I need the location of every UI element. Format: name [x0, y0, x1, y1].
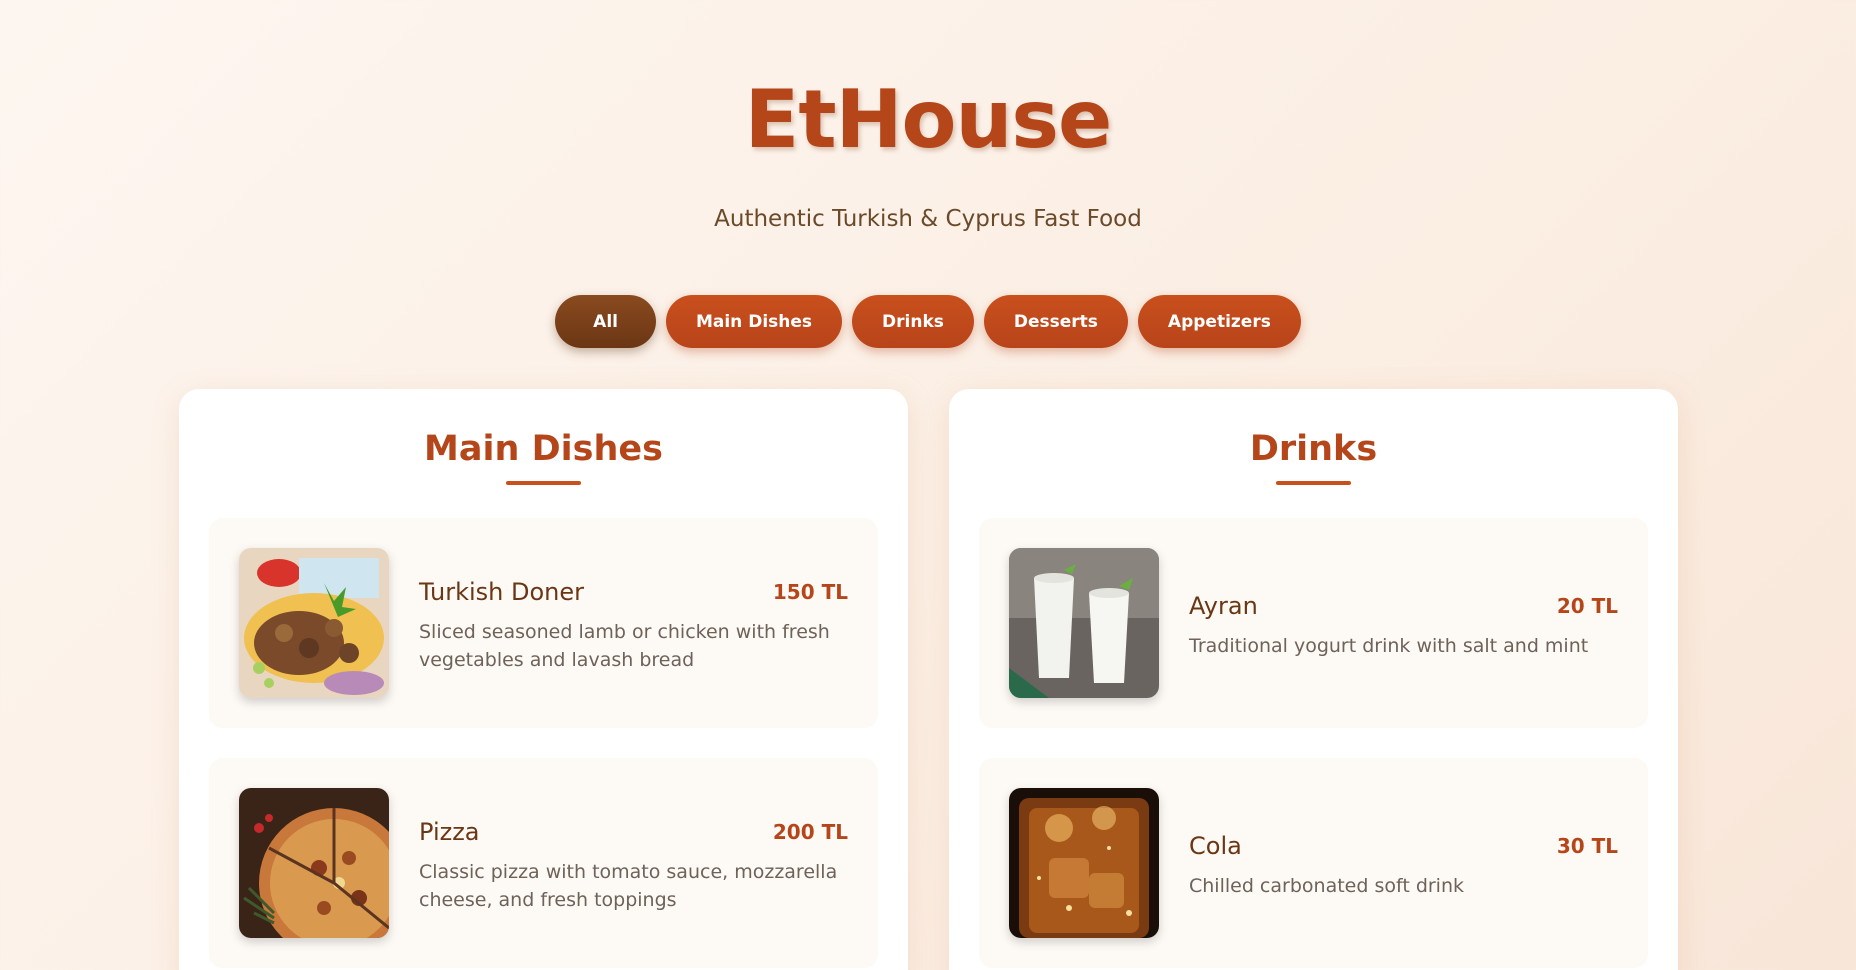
- section-title-underline: [1276, 481, 1351, 485]
- section-title: Drinks: [1249, 429, 1378, 469]
- menu-item-turkish-doner[interactable]: Turkish Doner 150 TL Sliced seasoned lam…: [209, 518, 878, 728]
- item-price: 200 TL: [772, 820, 848, 844]
- item-price: 30 TL: [1556, 834, 1618, 858]
- menu-item-cola[interactable]: Cola 30 TL Chilled carbonated soft drink: [979, 758, 1648, 968]
- site-subtitle: Authentic Turkish & Cyprus Fast Food: [714, 206, 1142, 232]
- section-title-underline: [506, 481, 581, 485]
- item-name: Turkish Doner: [419, 578, 585, 606]
- category-filters: All Main Dishes Drinks Desserts Appetize…: [0, 295, 1856, 348]
- menu-item-ayran[interactable]: Ayran 20 TL Traditional yogurt drink wit…: [979, 518, 1648, 728]
- pizza-photo: [239, 788, 389, 938]
- filter-appetizers-button[interactable]: Appetizers: [1137, 295, 1301, 348]
- main-dishes-section: Main Dishes Turkish Doner 150 TL Sliced: [179, 389, 908, 970]
- site-title: EtHouse: [744, 73, 1113, 166]
- ayran-photo: [1009, 548, 1159, 698]
- cola-photo: [1009, 788, 1159, 938]
- section-title: Main Dishes: [424, 429, 663, 469]
- filter-drinks-button[interactable]: Drinks: [852, 295, 974, 348]
- item-price: 20 TL: [1556, 594, 1618, 618]
- item-description: Traditional yogurt drink with salt and m…: [1189, 635, 1589, 657]
- filter-all-button[interactable]: All: [555, 295, 656, 348]
- item-description: Chilled carbonated soft drink: [1189, 875, 1465, 897]
- drinks-section: Drinks Ayran 20 TL Traditional yogurt dr…: [949, 389, 1678, 970]
- item-description: Classic pizza with tomato sauce, mozzare…: [419, 861, 838, 911]
- filter-main-dishes-button[interactable]: Main Dishes: [665, 295, 843, 348]
- header: EtHouse Authentic Turkish & Cyprus Fast …: [0, 73, 1856, 233]
- item-name: Cola: [1189, 832, 1242, 860]
- item-name: Ayran: [1189, 592, 1258, 620]
- filter-desserts-button[interactable]: Desserts: [983, 295, 1128, 348]
- item-name: Pizza: [419, 818, 480, 846]
- item-description: Sliced seasoned lamb or chicken with fre…: [419, 621, 830, 671]
- item-price: 150 TL: [772, 580, 848, 604]
- menu-item-pizza[interactable]: Pizza 200 TL Classic pizza with tomato s…: [209, 758, 878, 968]
- doner-photo: [239, 548, 389, 698]
